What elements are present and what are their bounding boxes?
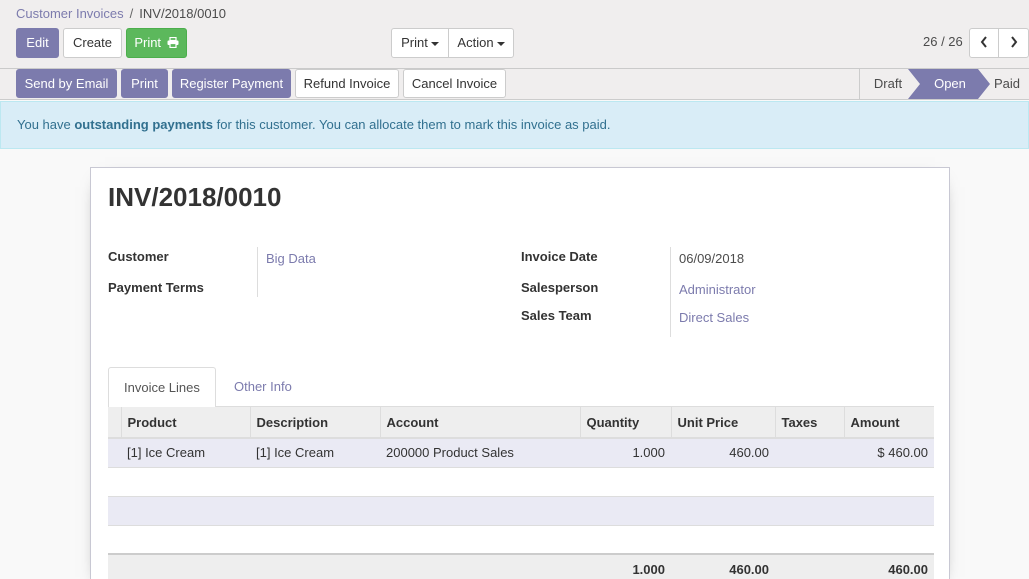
action-dropdown[interactable]: Action (448, 28, 514, 58)
total-quantity: 1.000 (580, 553, 671, 579)
print-button-label: Print (134, 35, 162, 50)
pager-next-button[interactable] (998, 28, 1029, 58)
chevron-down-icon (496, 41, 505, 46)
total-amount: 460.00 (844, 553, 934, 579)
cell-description[interactable]: [1] Ice Cream (250, 438, 380, 468)
column-account[interactable]: Account (379, 407, 580, 439)
register-payment-button[interactable]: Register Payment (172, 69, 291, 98)
stage-open[interactable]: Open (918, 69, 982, 99)
customer-field[interactable]: Big Data (266, 251, 316, 266)
cell-amount[interactable]: $ 460.00 (844, 438, 934, 468)
total-unit-price: 460.00 (671, 553, 775, 579)
table-row[interactable]: [1] Ice Cream [1] Ice Cream 200000 Produ… (108, 438, 934, 468)
column-product[interactable]: Product (120, 407, 250, 439)
field-divider-left (257, 247, 258, 297)
payment-terms-label: Payment Terms (108, 280, 204, 295)
outstanding-payments-alert: You have outstanding payments for this c… (0, 101, 1029, 149)
breadcrumb: Customer Invoices / INV/2018/0010 (16, 6, 226, 21)
totals-handle (108, 553, 121, 579)
edit-button[interactable]: Edit (16, 28, 59, 58)
printer-icon (167, 36, 179, 49)
invoice-sheet: INV/2018/0010 Customer Big Data Payment … (90, 167, 950, 579)
sales-team-label: Sales Team (521, 308, 592, 323)
table-header-row: Product Description Account Quantity Uni… (108, 407, 934, 439)
totals-row: 1.000 460.00 460.00 (108, 553, 934, 579)
empty-row[interactable] (108, 525, 934, 555)
chevron-down-icon (430, 41, 439, 46)
pager-previous-button[interactable] (969, 28, 999, 58)
totals-account (380, 553, 580, 579)
invoice-date-field[interactable]: 06/09/2018 (679, 251, 744, 266)
alert-suffix: for this customer. You can allocate them… (213, 117, 611, 132)
breadcrumb-current: INV/2018/0010 (139, 6, 227, 21)
statusbar: Send by Email Print Register Payment Ref… (0, 69, 1029, 100)
column-taxes[interactable]: Taxes (774, 407, 844, 439)
empty-row[interactable] (108, 467, 934, 497)
handle-column-header (108, 407, 121, 439)
cell-account[interactable]: 200000 Product Sales (380, 438, 580, 468)
tab-other-info[interactable]: Other Info (219, 367, 307, 407)
print-button[interactable]: Print (126, 28, 187, 58)
stage-paid[interactable]: Paid (994, 69, 1029, 99)
column-quantity[interactable]: Quantity (579, 407, 671, 439)
action-dropdown-label: Action (457, 35, 494, 50)
empty-row[interactable] (108, 496, 934, 526)
totals-description (250, 553, 380, 579)
cell-unit-price[interactable]: 460.00 (671, 438, 775, 468)
create-button[interactable]: Create (63, 28, 122, 58)
invoice-number: INV/2018/0010 (108, 182, 282, 212)
send-by-email-button[interactable]: Send by Email (16, 69, 117, 98)
chevron-right-icon (1010, 36, 1017, 48)
breadcrumb-customer-invoices[interactable]: Customer Invoices (16, 6, 124, 21)
cell-product[interactable]: [1] Ice Cream (121, 438, 250, 468)
control-panel: Customer Invoices / INV/2018/0010 Edit Cre… (0, 0, 1029, 69)
totals-taxes (775, 553, 844, 579)
empty-cell (108, 467, 934, 497)
salesperson-label: Salesperson (521, 280, 599, 295)
field-divider-right (670, 247, 671, 337)
alert-prefix: You have (17, 117, 75, 132)
totals-product (121, 553, 250, 579)
print-dropdown-label: Print (401, 35, 428, 50)
customer-label: Customer (108, 249, 169, 264)
statusbar-print-button[interactable]: Print (121, 69, 168, 98)
invoice-lines-table: Product Description Account Quantity Uni… (108, 407, 934, 579)
sales-team-field[interactable]: Direct Sales (679, 310, 749, 325)
notebook-tabs: Invoice Lines Other Info (108, 367, 934, 408)
column-unit-price[interactable]: Unit Price (670, 407, 775, 439)
cell-quantity[interactable]: 1.000 (580, 438, 671, 468)
column-amount[interactable]: Amount (843, 407, 934, 439)
empty-cell (108, 525, 934, 555)
empty-cell (108, 496, 934, 526)
pager-value[interactable]: 26 / 26 (923, 34, 963, 49)
salesperson-field[interactable]: Administrator (679, 282, 756, 297)
row-handle (108, 438, 121, 468)
breadcrumb-separator: / (129, 6, 134, 21)
tab-invoice-lines[interactable]: Invoice Lines (108, 367, 216, 408)
cell-taxes[interactable] (775, 438, 844, 468)
chevron-left-icon (980, 36, 987, 48)
print-dropdown[interactable]: Print (391, 28, 449, 58)
alert-bold: outstanding payments (74, 117, 214, 132)
column-description[interactable]: Description (249, 407, 380, 439)
refund-invoice-button[interactable]: Refund Invoice (295, 69, 399, 98)
cancel-invoice-button[interactable]: Cancel Invoice (403, 69, 506, 98)
invoice-date-label: Invoice Date (521, 249, 598, 264)
